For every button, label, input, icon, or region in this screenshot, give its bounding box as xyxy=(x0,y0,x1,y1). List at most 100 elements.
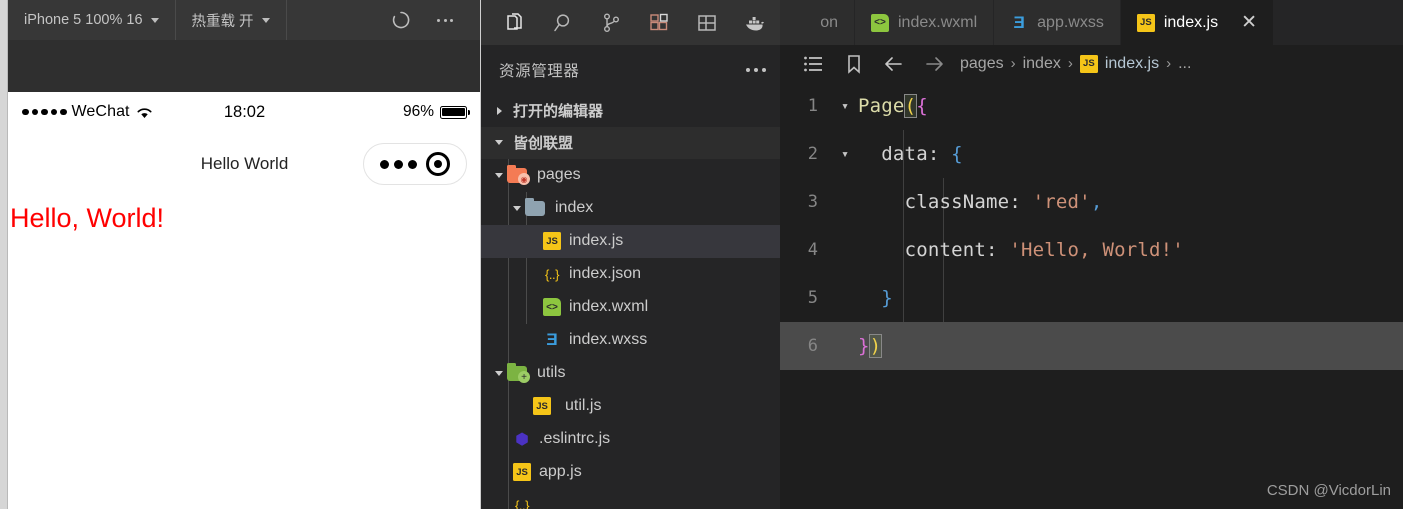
wechat-capsule[interactable] xyxy=(363,143,467,185)
tree-row-index[interactable]: index xyxy=(481,192,780,225)
tab-index-js[interactable]: JS index.js ✕ xyxy=(1120,0,1275,45)
code-token-string: 'Hello, World!' xyxy=(1009,239,1184,261)
bookmark-button[interactable] xyxy=(834,45,874,82)
wxss-icon: Ǝ xyxy=(546,330,558,350)
code-token-paren: ( xyxy=(903,94,918,118)
simulator-panel: iPhone 5 100% 16 热重载 开 WeChat 18:02 96% … xyxy=(8,0,481,509)
code-token-colon: : xyxy=(986,239,1010,261)
code-token-fn: Page xyxy=(858,95,905,117)
target-icon[interactable] xyxy=(425,152,450,176)
code-line-3[interactable]: 3 className: 'red', xyxy=(780,178,1403,226)
tree-item-label: index.wxss xyxy=(569,331,648,349)
tree-row-app-js[interactable]: JS app.js xyxy=(481,456,780,489)
chevron-down-icon xyxy=(491,140,507,146)
chevron-down-icon[interactable] xyxy=(491,172,507,178)
tree-row-partial[interactable]: {..} xyxy=(481,489,780,509)
tree-row-index-wxss[interactable]: Ǝ index.wxss xyxy=(481,324,780,357)
folder-icon-utils: + xyxy=(507,363,530,384)
breadcrumb-item-pages[interactable]: pages xyxy=(960,55,1004,73)
line-number: 3 xyxy=(807,192,818,212)
device-selector[interactable]: iPhone 5 100% 16 xyxy=(8,0,175,40)
list-icon xyxy=(804,56,822,71)
js-icon: JS xyxy=(1079,54,1098,73)
tab-app-wxss[interactable]: Ǝ app.wxss xyxy=(994,0,1121,45)
line-number: 4 xyxy=(807,240,818,260)
section-label: 打开的编辑器 xyxy=(513,103,604,121)
activity-bar xyxy=(481,0,780,45)
tab-label: index.wxml xyxy=(898,13,978,31)
tree-item-label: index.json xyxy=(569,265,642,283)
chevron-down-icon[interactable] xyxy=(491,370,507,376)
chevron-down-icon[interactable] xyxy=(509,205,525,211)
fold-chevron-icon[interactable]: ▾ xyxy=(832,147,858,162)
fold-chevron-icon[interactable]: ▾ xyxy=(832,99,858,114)
code-line-6[interactable]: 6 }) xyxy=(780,322,1403,370)
tree-row-pages[interactable]: ◉ pages xyxy=(481,159,780,192)
tab-label: index.js xyxy=(1163,13,1219,31)
breadcrumb-item-index[interactable]: index xyxy=(1023,55,1061,73)
chevron-down-icon xyxy=(261,17,270,23)
activity-item-docker[interactable] xyxy=(731,0,779,45)
code-editor: pages › index › JS index.js › ... 1 ▾ Pa… xyxy=(780,45,1403,509)
more-icon xyxy=(437,18,453,22)
activity-item-explorer[interactable] xyxy=(491,0,539,45)
code-line-2[interactable]: 2 ▾ data: { xyxy=(780,130,1403,178)
js-icon: JS xyxy=(513,463,531,482)
tree-row-index-json[interactable]: {..} index.json xyxy=(481,258,780,291)
tree-row-util-js[interactable]: JS util.js xyxy=(481,390,780,423)
code-token-key: content xyxy=(904,239,987,261)
phone-status-bar: WeChat 18:02 96% xyxy=(8,92,481,132)
tree-row-index-wxml[interactable]: <> index.wxml xyxy=(481,291,780,324)
navigate-back-button[interactable] xyxy=(874,45,914,82)
bookmark-icon xyxy=(848,54,860,74)
device-selector-label: iPhone 5 100% 16 xyxy=(24,12,143,28)
extensions-icon xyxy=(650,13,668,30)
section-open-editors[interactable]: 打开的编辑器 xyxy=(481,95,780,127)
explorer-sidebar: 资源管理器 打开的编辑器 皆创联盟 ◉ pages index JS index… xyxy=(481,45,780,509)
eslint-icon: ⬢ xyxy=(515,431,529,449)
docker-icon xyxy=(746,16,764,30)
json-icon: {..} xyxy=(515,497,529,509)
refresh-button[interactable] xyxy=(379,0,423,40)
phone-nav-bar: Hello World xyxy=(8,132,481,196)
tree-item-label: utils xyxy=(537,364,566,382)
code-line-5[interactable]: 5 } xyxy=(780,274,1403,322)
breadcrumb-item-symbol[interactable]: ... xyxy=(1178,55,1191,73)
vscode-top-strip: on <> index.wxml Ǝ app.wxss JS index.js … xyxy=(481,0,1403,45)
explorer-more-button[interactable] xyxy=(746,68,766,72)
code-line-4[interactable]: 4 content: 'Hello, World!' xyxy=(780,226,1403,274)
layout-icon xyxy=(698,14,716,31)
tree-item-label: app.js xyxy=(539,463,582,481)
tab-index-json[interactable]: on xyxy=(780,0,855,45)
breadcrumb-item-file[interactable]: index.js xyxy=(1105,55,1159,73)
tree-row-eslintrc[interactable]: ⬢ .eslintrc.js xyxy=(481,423,780,456)
navigate-forward-button[interactable] xyxy=(914,45,954,82)
close-icon[interactable]: ✕ xyxy=(1241,13,1257,32)
tree-item-label: index.wxml xyxy=(569,298,649,316)
code-token-key: data xyxy=(881,143,928,165)
hot-reload-selector[interactable]: 热重载 开 xyxy=(176,0,286,40)
source-control-icon xyxy=(603,13,619,32)
more-dots-icon[interactable] xyxy=(380,159,418,169)
code-area[interactable]: 1 ▾ Page({ 2 ▾ data: { 3 className: 'red… xyxy=(780,82,1403,509)
watermark: CSDN @VicdorLin xyxy=(1266,482,1391,499)
code-token-key: className xyxy=(904,191,1010,213)
hot-reload-label: 热重载 开 xyxy=(191,13,254,30)
line-number: 5 xyxy=(807,288,818,308)
activity-item-extensions[interactable] xyxy=(635,0,683,45)
tree-row-index-js[interactable]: JS index.js xyxy=(481,224,780,258)
code-line-1[interactable]: 1 ▾ Page({ xyxy=(780,82,1403,130)
outline-button[interactable] xyxy=(794,45,834,82)
js-icon: JS xyxy=(533,397,551,416)
tab-index-wxml[interactable]: <> index.wxml xyxy=(855,0,995,45)
tree-row-utils[interactable]: + utils xyxy=(481,357,780,390)
activity-item-layout[interactable] xyxy=(683,0,731,45)
window-left-edge xyxy=(0,0,8,509)
activity-item-search[interactable] xyxy=(539,0,587,45)
section-workspace[interactable]: 皆创联盟 xyxy=(481,126,780,159)
search-icon xyxy=(554,13,570,31)
page-content-text: Hello, World! xyxy=(10,203,165,233)
simulator-more-button[interactable] xyxy=(423,0,467,40)
activity-item-source-control[interactable] xyxy=(587,0,635,45)
wxml-icon: <> xyxy=(871,13,889,32)
